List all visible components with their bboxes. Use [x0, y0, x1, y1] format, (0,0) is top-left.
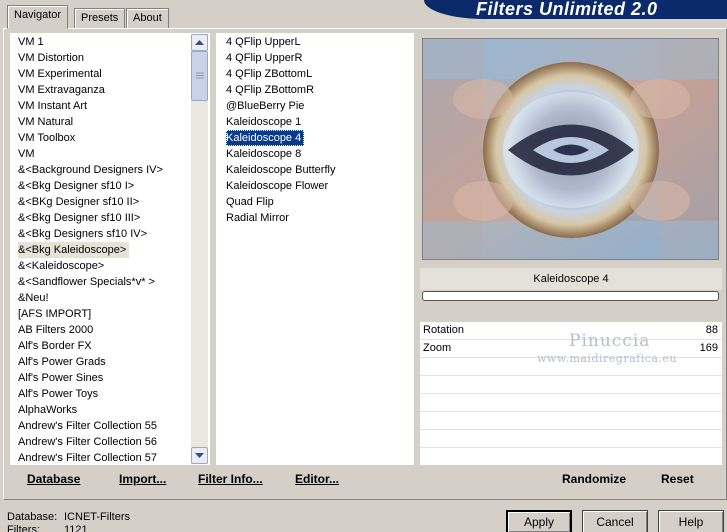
- category-scrollbar[interactable]: [191, 34, 208, 464]
- watermark-name: Pinuccia: [569, 331, 651, 351]
- category-item[interactable]: &<Bkg Designer sf10 I>: [18, 178, 137, 194]
- category-item[interactable]: VM Natural: [18, 114, 76, 130]
- filter-item[interactable]: 4 QFlip UpperL: [226, 34, 304, 50]
- category-item[interactable]: &<Background Designers IV>: [18, 162, 166, 178]
- status-database-label: Database:: [7, 511, 58, 523]
- param-label: Zoom: [423, 342, 452, 354]
- param-row[interactable]: [420, 376, 722, 394]
- category-item[interactable]: Alf's Border FX: [18, 338, 95, 354]
- randomize-button[interactable]: Randomize: [562, 472, 626, 486]
- scroll-thumb[interactable]: [191, 51, 208, 101]
- category-item[interactable]: VM Distortion: [18, 50, 87, 66]
- preview-caption: Kaleidoscope 4: [420, 268, 722, 290]
- filter-list[interactable]: 4 QFlip UpperL 4 QFlip UpperR 4 QFlip ZBot…: [216, 33, 414, 465]
- param-value[interactable]: 169: [700, 342, 718, 354]
- grip-icon: [195, 72, 204, 79]
- category-item[interactable]: Andrew's Filter Collection 57: [18, 450, 160, 466]
- param-row[interactable]: [420, 448, 722, 466]
- banner-title: Filters Unlimited 2.0: [476, 0, 658, 19]
- category-item[interactable]: Alf's Power Toys: [18, 386, 101, 402]
- filter-item[interactable]: Kaleidoscope Butterfly: [226, 162, 338, 178]
- category-list[interactable]: VM 1 VM Distortion VM Experimental VM Extra…: [10, 33, 210, 465]
- filter-item[interactable]: 4 QFlip UpperR: [226, 50, 305, 66]
- category-item[interactable]: VM: [18, 146, 38, 162]
- category-item[interactable]: AB Filters 2000: [18, 322, 96, 338]
- editor-button[interactable]: Editor...: [295, 472, 339, 486]
- apply-button[interactable]: Apply: [506, 510, 572, 532]
- category-item[interactable]: VM Experimental: [18, 66, 105, 82]
- category-item[interactable]: &<Bkg Kaleidoscope>: [18, 242, 130, 258]
- filter-item[interactable]: Kaleidoscope Flower: [226, 178, 331, 194]
- category-item[interactable]: &<Bkg Designer sf10 III>: [18, 210, 143, 226]
- param-row[interactable]: [420, 412, 722, 430]
- category-item[interactable]: &Neu!: [18, 290, 52, 306]
- filter-item[interactable]: 4 QFlip ZBottomL: [226, 66, 315, 82]
- scroll-up-button[interactable]: [191, 34, 208, 51]
- category-item[interactable]: VM Instant Art: [18, 98, 90, 114]
- filter-info-button[interactable]: Filter Info...: [198, 472, 263, 486]
- category-item[interactable]: [AFS IMPORT]: [18, 306, 94, 322]
- help-button[interactable]: Help: [658, 510, 724, 532]
- category-item[interactable]: Andrew's Filter Collection 55: [18, 418, 160, 434]
- database-button[interactable]: Database: [27, 472, 80, 486]
- param-label: Rotation: [423, 324, 464, 336]
- category-item[interactable]: &<Bkg Designers sf10 IV>: [18, 226, 150, 242]
- filter-item[interactable]: @BlueBerry Pie: [226, 98, 307, 114]
- category-item[interactable]: Alf's Power Grads: [18, 354, 109, 370]
- category-item[interactable]: &<BKg Designer sf10 II>: [18, 194, 142, 210]
- chevron-up-icon: [195, 39, 204, 45]
- preview-image: [422, 38, 719, 260]
- category-item[interactable]: Alf's Power Sines: [18, 370, 106, 386]
- filter-item[interactable]: Quad Flip: [226, 194, 277, 210]
- status-database-value: ICNET-Filters: [64, 511, 130, 523]
- category-item[interactable]: VM Extravaganza: [18, 82, 108, 98]
- tab-presets[interactable]: Presets: [74, 8, 126, 28]
- param-value[interactable]: 88: [706, 324, 718, 336]
- category-item[interactable]: &<Kaleidoscope>: [18, 258, 107, 274]
- filter-item[interactable]: Kaleidoscope 8: [226, 146, 304, 162]
- category-item[interactable]: Andrew's Filter Collection 56: [18, 434, 160, 450]
- filter-item[interactable]: 4 QFlip ZBottomR: [226, 82, 317, 98]
- watermark-url: www.maidiregrafica.eu: [537, 352, 678, 365]
- category-item[interactable]: AlphaWorks: [18, 402, 80, 418]
- param-row[interactable]: [420, 394, 722, 412]
- tab-navigator[interactable]: Navigator: [7, 5, 69, 29]
- reset-button[interactable]: Reset: [661, 472, 694, 486]
- param-row[interactable]: [420, 430, 722, 448]
- status-filters-label: Filters:: [7, 524, 40, 532]
- tab-about[interactable]: About: [126, 8, 169, 28]
- filter-item[interactable]: Kaleidoscope 1: [226, 114, 304, 130]
- progress-bar: [422, 291, 719, 301]
- import-button[interactable]: Import...: [119, 472, 166, 486]
- filter-item[interactable]: Radial Mirror: [226, 210, 292, 226]
- category-item[interactable]: VM Toolbox: [18, 130, 78, 146]
- filter-item[interactable]: Kaleidoscope 4: [226, 130, 305, 146]
- status-filters-value: 1121: [64, 524, 88, 532]
- chevron-down-icon: [195, 452, 204, 458]
- category-item[interactable]: &<Sandflower Specials*v* >: [18, 274, 158, 290]
- scroll-down-button[interactable]: [191, 447, 208, 464]
- category-item[interactable]: VM 1: [18, 34, 47, 50]
- cancel-button[interactable]: Cancel: [582, 510, 648, 532]
